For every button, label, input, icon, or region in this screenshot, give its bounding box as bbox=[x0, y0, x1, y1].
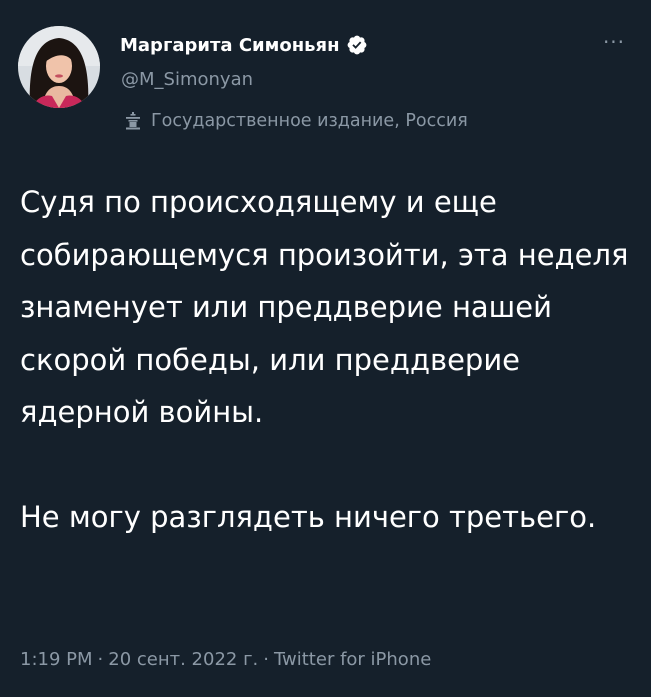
verified-badge-icon bbox=[347, 35, 366, 55]
avatar-photo bbox=[18, 26, 100, 108]
tweet-metadata: 1:19 PM · 20 сент. 2022 г. · Twitter for iPh… bbox=[20, 649, 431, 670]
tweet-date[interactable]: 20 сент. 2022 г. bbox=[108, 649, 258, 670]
author-handle[interactable]: @M_Simonyan bbox=[121, 69, 253, 90]
author-name-row[interactable]: Маргарита Симоньян bbox=[120, 34, 368, 56]
tweet-source[interactable]: Twitter for iPhone bbox=[274, 649, 431, 670]
meta-separator: · bbox=[263, 649, 270, 670]
tweet-text: Судя по происходящему и еще собирающемус… bbox=[20, 176, 635, 544]
author-display-name[interactable]: Маргарита Симоньян bbox=[120, 35, 340, 56]
state-media-label[interactable]: Государственное издание, Россия bbox=[121, 109, 468, 133]
avatar[interactable] bbox=[18, 26, 100, 108]
tweet-time[interactable]: 1:19 PM bbox=[20, 649, 93, 670]
tweet-paragraph: Не могу разглядеть ничего третьего. bbox=[20, 500, 597, 534]
more-options-icon[interactable]: ··· bbox=[598, 32, 630, 52]
podium-icon bbox=[126, 112, 140, 130]
state-media-label-text[interactable]: Государственное издание, Россия bbox=[151, 111, 468, 131]
meta-separator: · bbox=[97, 649, 104, 670]
tweet-paragraph: Судя по происходящему и еще собирающемус… bbox=[20, 185, 629, 429]
